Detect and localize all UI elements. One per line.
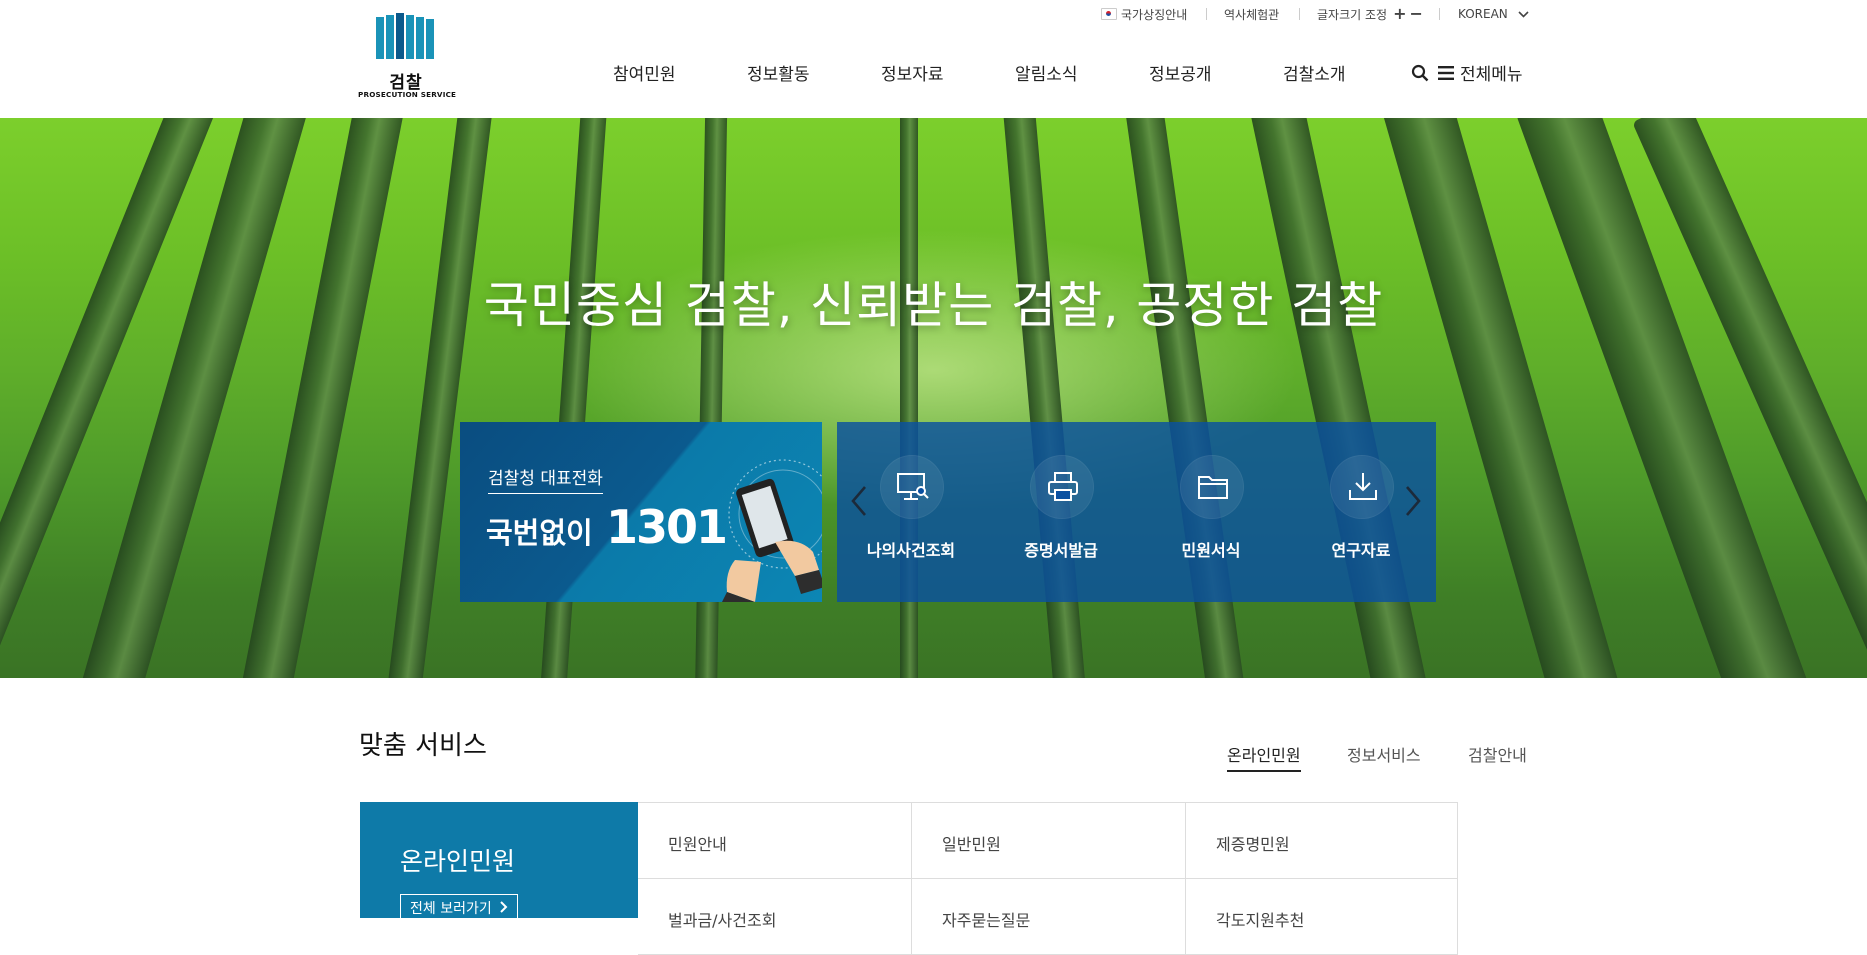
service-item-label: 제증명민원 bbox=[1216, 835, 1290, 854]
quick-link-forms[interactable]: 민원서식 bbox=[1151, 456, 1271, 576]
language-select[interactable]: KOREAN bbox=[1458, 0, 1529, 28]
nav-item-news[interactable]: 알림소식 bbox=[1015, 60, 1078, 85]
hamburger-menu-icon[interactable] bbox=[1438, 66, 1454, 80]
service-item-faq[interactable]: 자주묻는질문 bbox=[912, 879, 1186, 955]
quick-link-icon-circle bbox=[1331, 456, 1393, 518]
logo-subtitle: PROSECUTION SERVICE bbox=[358, 90, 457, 99]
search-icon[interactable] bbox=[1411, 64, 1429, 82]
nav-item-activities[interactable]: 정보활동 bbox=[747, 60, 810, 85]
language-label: KOREAN bbox=[1458, 7, 1508, 21]
util-divider bbox=[1299, 8, 1300, 20]
tab-info-service[interactable]: 정보서비스 bbox=[1347, 742, 1421, 766]
view-all-label: 전체 보러가기 bbox=[410, 901, 492, 917]
chevron-down-icon bbox=[1518, 10, 1529, 18]
font-decrease-button[interactable]: − bbox=[1409, 6, 1422, 22]
quick-link-label: 증명서발급 bbox=[1024, 541, 1098, 560]
quick-link-icon-circle bbox=[881, 456, 943, 518]
hero-title: 국민중심 검찰, 신뢰받는 검찰, 공정한 검찰 bbox=[483, 277, 1384, 334]
korea-flag-icon bbox=[1101, 8, 1117, 20]
prosecution-logo[interactable]: 검찰 PROSECUTION SERVICE bbox=[358, 13, 457, 99]
service-item-general[interactable]: 일반민원 bbox=[912, 803, 1186, 879]
font-size-label: 글자크기 조정 bbox=[1317, 7, 1388, 22]
service-item-label: 자주묻는질문 bbox=[942, 911, 1031, 930]
site-header: 검찰 PROSECUTION SERVICE 국가상징안내 역사체험관 글자크기… bbox=[0, 0, 1867, 118]
service-item-certificate[interactable]: 제증명민원 bbox=[1186, 803, 1458, 879]
nav-item-disclosure[interactable]: 정보공개 bbox=[1149, 60, 1212, 85]
util-divider bbox=[1206, 8, 1207, 20]
folder-icon bbox=[1198, 476, 1228, 499]
service-item-recommendation[interactable]: 각도지원추천 bbox=[1186, 879, 1458, 955]
monitor-search-icon bbox=[897, 473, 929, 500]
services-panel-title: 온라인민원 bbox=[400, 847, 516, 876]
tab-prosecution-guide[interactable]: 검찰안내 bbox=[1468, 742, 1527, 766]
util-divider bbox=[1439, 8, 1440, 20]
service-item-label: 일반민원 bbox=[942, 835, 1001, 854]
util-symbols-label: 국가상징안내 bbox=[1121, 7, 1188, 22]
all-menu-button[interactable]: 전체메뉴 bbox=[1460, 60, 1523, 85]
download-icon bbox=[1349, 473, 1377, 500]
font-size-control: 글자크기 조정 + − bbox=[1317, 0, 1423, 28]
services-grid: 민원안내 일반민원 제증명민원 벌과금/사건조회 자주묻는질문 각도지원추천 bbox=[638, 802, 1458, 955]
quick-link-my-case[interactable]: 나의사건조회 bbox=[851, 456, 971, 576]
phone-banner-label: 검찰청 대표전화 bbox=[488, 464, 603, 494]
font-increase-button[interactable]: + bbox=[1393, 6, 1406, 22]
nav-item-about[interactable]: 검찰소개 bbox=[1283, 60, 1346, 85]
service-item-label: 각도지원추천 bbox=[1216, 911, 1305, 930]
hero-banner: 국민중심 검찰, 신뢰받는 검찰, 공정한 검찰 검찰청 대표전화 국번없이 1… bbox=[0, 118, 1867, 678]
services-panel: 온라인민원 전체 보러가기 bbox=[360, 802, 638, 922]
chevron-right-icon bbox=[500, 901, 508, 913]
quick-link-icon-circle bbox=[1181, 456, 1243, 518]
util-history-label: 역사체험관 bbox=[1224, 7, 1280, 22]
phone-banner-prefix: 국번없이 bbox=[486, 516, 593, 550]
util-history-link[interactable]: 역사체험관 bbox=[1224, 0, 1279, 28]
smartphone-hand-icon bbox=[722, 459, 822, 602]
service-item-guide[interactable]: 민원안내 bbox=[638, 803, 912, 879]
services-title: 맞춤 서비스 bbox=[359, 731, 487, 761]
service-item-label: 벌과금/사건조회 bbox=[668, 911, 777, 930]
phone-number: 1301 bbox=[606, 500, 728, 554]
tab-online-civil[interactable]: 온라인민원 bbox=[1227, 742, 1301, 772]
quick-link-certificate[interactable]: 증명서발급 bbox=[1001, 456, 1121, 576]
quick-links-panel: 나의사건조회 증명서발급 민원서식 연구자료 bbox=[837, 422, 1436, 602]
quick-link-label: 연구자료 bbox=[1331, 541, 1391, 560]
util-symbols-link[interactable]: 국가상징안내 bbox=[1101, 0, 1187, 28]
printer-icon bbox=[1048, 472, 1078, 501]
quick-link-label: 나의사건조회 bbox=[866, 541, 956, 560]
quick-link-research[interactable]: 연구자료 bbox=[1301, 456, 1421, 576]
nav-item-participation[interactable]: 참여민원 bbox=[613, 60, 676, 85]
representative-phone-banner[interactable]: 검찰청 대표전화 국번없이 1301 bbox=[460, 422, 822, 602]
nav-item-resources[interactable]: 정보자료 bbox=[881, 60, 944, 85]
service-item-label: 민원안내 bbox=[668, 835, 727, 854]
quick-link-icon-circle bbox=[1031, 456, 1093, 518]
logo-bars-icon bbox=[376, 13, 434, 59]
service-item-fine-lookup[interactable]: 벌과금/사건조회 bbox=[638, 879, 912, 955]
quick-link-label: 민원서식 bbox=[1181, 541, 1241, 560]
